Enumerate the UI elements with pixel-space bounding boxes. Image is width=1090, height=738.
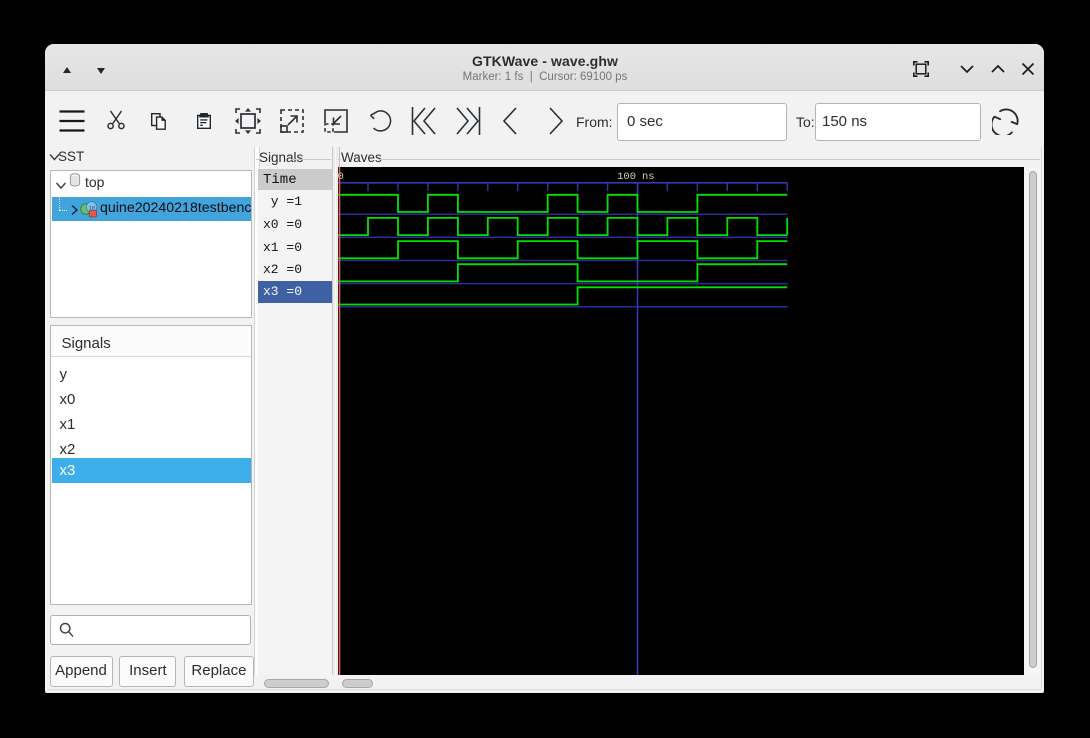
svg-text:0: 0 [338, 171, 344, 183]
svg-text:ns: ns [642, 171, 655, 183]
svg-text:100: 100 [617, 171, 636, 183]
